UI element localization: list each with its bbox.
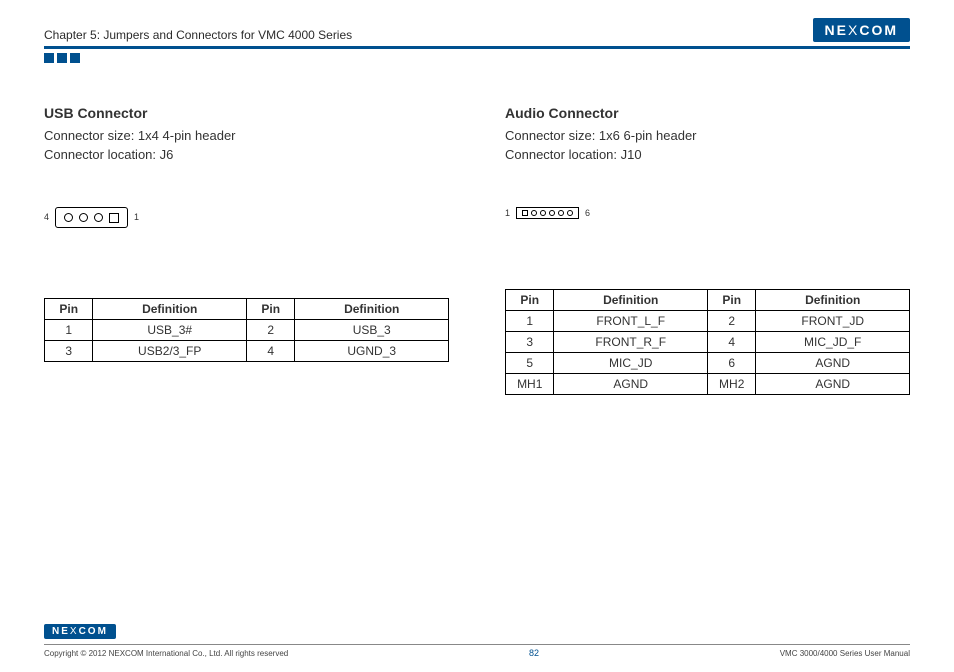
pin-circle-icon (567, 210, 573, 216)
table-row: 3 FRONT_R_F 4 MIC_JD_F (506, 331, 910, 352)
pin-circle-icon (558, 210, 564, 216)
table-row: MH1 AGND MH2 AGND (506, 373, 910, 394)
audio-location: Connector location: J10 (505, 146, 910, 165)
th-pin: Pin (506, 289, 554, 310)
th-def: Definition (756, 289, 910, 310)
table-row: 1 FRONT_L_F 2 FRONT_JD (506, 310, 910, 331)
th-pin: Pin (45, 298, 93, 319)
usb-location: Connector location: J6 (44, 146, 449, 165)
manual-title: VMC 3000/4000 Series User Manual (780, 649, 910, 658)
table-row: 1 USB_3# 2 USB_3 (45, 319, 449, 340)
audio-connector-diagram: 1 6 (505, 207, 910, 219)
audio-size: Connector size: 1x6 6-pin header (505, 127, 910, 146)
table-row: 3 USB2/3_FP 4 UGND_3 (45, 340, 449, 361)
audio-title: Audio Connector (505, 105, 910, 121)
pin-circle-icon (79, 213, 88, 222)
usb-pin-label-1: 1 (134, 212, 139, 222)
nexcom-logo-top: NE COM NEXCOM (813, 18, 910, 42)
pin-circle-icon (64, 213, 73, 222)
copyright-text: Copyright © 2012 NEXCOM International Co… (44, 649, 288, 658)
pin-circle-icon (531, 210, 537, 216)
usb-pin-label-4: 4 (44, 212, 49, 222)
usb-title: USB Connector (44, 105, 449, 121)
th-pin: Pin (707, 289, 755, 310)
nexcom-logo-bottom: NEXCOM NE COM (44, 624, 116, 639)
audio-connector-section: Audio Connector Connector size: 1x6 6-pi… (505, 105, 910, 395)
th-pin: Pin (246, 298, 294, 319)
usb-pin-table: Pin Definition Pin Definition 1 USB_3# 2… (44, 298, 449, 362)
audio-pin-label-1: 1 (505, 208, 510, 218)
header-rule (44, 46, 910, 49)
page-footer: NEXCOM NE COM Copyright © 2012 NEXCOM In… (44, 621, 910, 658)
usb-size: Connector size: 1x4 4-pin header (44, 127, 449, 146)
usb-connector-section: USB Connector Connector size: 1x4 4-pin … (44, 105, 449, 395)
pin-circle-icon (540, 210, 546, 216)
audio-pin-label-6: 6 (585, 208, 590, 218)
page-number: 82 (529, 648, 539, 658)
th-def: Definition (554, 289, 708, 310)
audio-pin-table: Pin Definition Pin Definition 1 FRONT_L_… (505, 289, 910, 395)
th-def: Definition (295, 298, 449, 319)
pin-circle-icon (94, 213, 103, 222)
usb-connector-diagram: 4 1 (44, 207, 449, 228)
pin-square-icon (522, 210, 528, 216)
th-def: Definition (93, 298, 247, 319)
table-row: 5 MIC_JD 6 AGND (506, 352, 910, 373)
pin-circle-icon (549, 210, 555, 216)
pin-square-icon (109, 213, 119, 223)
footer-rule (44, 644, 910, 645)
chapter-title: Chapter 5: Jumpers and Connectors for VM… (44, 28, 352, 42)
header-squares-icon (44, 53, 910, 63)
